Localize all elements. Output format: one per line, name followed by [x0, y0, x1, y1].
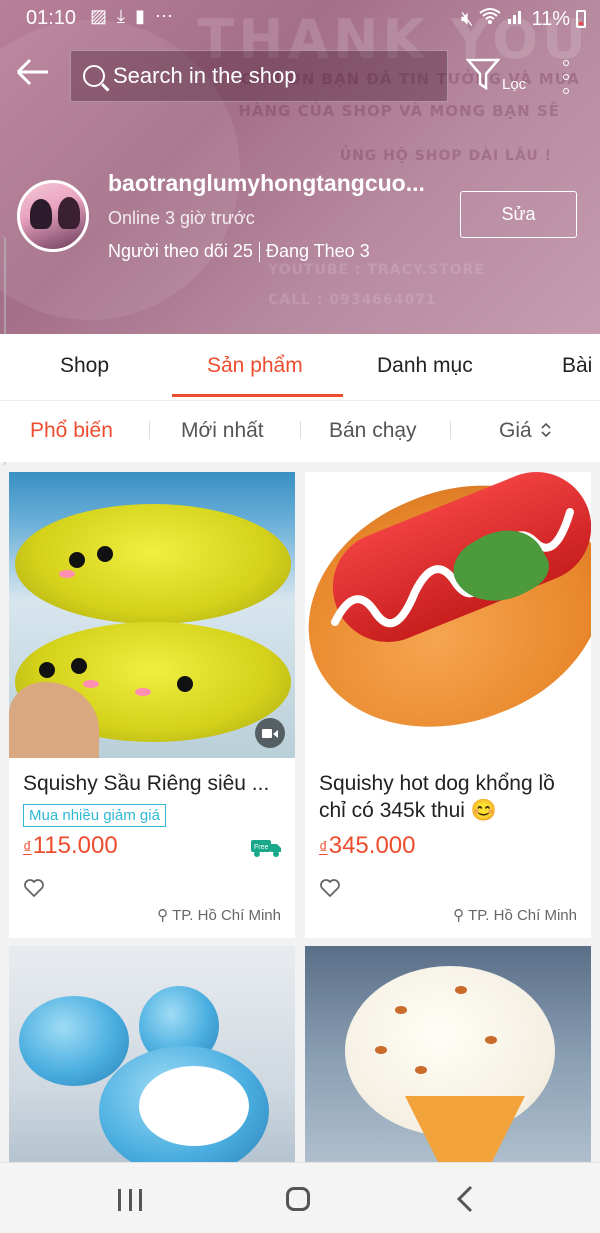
sort-arrows-icon	[540, 422, 551, 438]
sort-best-selling[interactable]: Bán chạy	[329, 419, 417, 443]
currency-symbol: ₫	[319, 838, 328, 857]
more-options-icon[interactable]	[556, 60, 576, 94]
banner-watermark: YOUTUBE : TRACY.STORE	[268, 262, 485, 278]
like-heart-icon[interactable]	[319, 878, 341, 898]
battery-percent: 11%	[531, 7, 570, 30]
home-icon[interactable]	[286, 1187, 310, 1211]
video-icon	[255, 718, 285, 748]
like-heart-icon[interactable]	[23, 878, 45, 898]
product-price: ₫345.000	[319, 832, 416, 860]
price-value: 115.000	[32, 832, 118, 859]
shop-avatar[interactable]	[17, 180, 89, 252]
location-text: TP. Hồ Chí Minh	[172, 907, 281, 924]
nav-back-icon[interactable]	[456, 1185, 474, 1218]
sort-price[interactable]: Giá	[499, 419, 552, 443]
product-location: ⚲ TP. Hồ Chí Minh	[453, 906, 577, 924]
divider	[300, 421, 301, 439]
sort-price-label: Giá	[499, 419, 532, 442]
product-image[interactable]	[9, 946, 295, 1162]
mute-icon: 🔇︎	[460, 7, 474, 30]
notification-icons: ▨⤓▮⋯	[90, 6, 183, 26]
product-illustration	[19, 996, 129, 1086]
following-count[interactable]: Đang Theo 3	[266, 241, 370, 261]
shop-tabs: Shop Sản phẩm Danh mục Bài	[0, 334, 600, 400]
banner-watermark: HÀNG CỦA SHOP VÀ MONG BẠN SẼ	[238, 102, 560, 120]
status-bar: 01:10 ▨⤓▮⋯ 🔇︎ 11%	[0, 0, 600, 36]
free-shipping-icon: Free	[249, 836, 283, 858]
mustard-swirl	[331, 508, 574, 628]
product-location: ⚲ TP. Hồ Chí Minh	[157, 906, 281, 924]
product-illustration	[139, 1066, 249, 1146]
product-card[interactable]	[305, 946, 591, 1162]
filter-button[interactable]: Lọc	[466, 54, 536, 94]
location-pin-icon: ⚲	[453, 907, 465, 924]
price-value: 345.000	[328, 832, 416, 859]
online-status: Online 3 giờ trước	[108, 208, 255, 228]
product-card[interactable]	[9, 946, 295, 1162]
product-illustration	[405, 1096, 525, 1162]
wifi-icon	[479, 7, 502, 31]
follow-stats: Người theo dõi 25 Đang Theo 3	[108, 241, 370, 263]
shop-header: THANK YOU CẢM ƠN BẠN ĐÃ TIN TƯỞNG VÀ MUA…	[0, 0, 600, 334]
followers-count[interactable]: Người theo dõi 25	[108, 241, 253, 261]
sort-bar: Phổ biến Mới nhất Bán chạy Giá	[0, 400, 600, 462]
filter-icon	[466, 58, 500, 90]
status-time: 01:10	[26, 7, 77, 29]
tab-shop[interactable]: Shop	[60, 354, 109, 378]
shop-name: baotranglumyhongtangcuo...	[108, 170, 425, 196]
product-card[interactable]: Squishy Sầu Riêng siêu ... Mua nhiều giả…	[9, 472, 295, 938]
tab-categories[interactable]: Danh mục	[377, 354, 473, 378]
divider	[450, 421, 451, 439]
edit-shop-button[interactable]: Sửa	[460, 191, 577, 238]
product-image[interactable]	[9, 472, 295, 758]
search-input[interactable]: Search in the shop	[70, 50, 448, 102]
location-text: TP. Hồ Chí Minh	[468, 907, 577, 924]
status-right: 🔇︎ 11%	[461, 7, 586, 31]
currency-symbol: ₫	[23, 838, 32, 857]
battery-icon	[576, 10, 586, 28]
banner-watermark: CALL : 0934664071	[268, 292, 437, 308]
active-tab-indicator	[172, 394, 343, 397]
tab-products[interactable]: Sản phẩm	[207, 354, 303, 378]
product-title[interactable]: Squishy hot dog khổng lồ chỉ có 345k thu…	[319, 770, 581, 824]
banner-watermark: ỦNG HỘ SHOP DÀI LÂU !	[339, 148, 552, 164]
tab-posts[interactable]: Bài	[562, 354, 592, 378]
product-title[interactable]: Squishy Sầu Riêng siêu ...	[23, 770, 285, 797]
location-pin-icon: ⚲	[157, 907, 169, 924]
free-label: Free	[254, 844, 269, 851]
divider	[258, 242, 260, 263]
system-nav-bar	[0, 1162, 600, 1233]
sort-popular[interactable]: Phổ biến	[30, 419, 113, 443]
product-card[interactable]: Squishy hot dog khổng lồ chỉ có 345k thu…	[305, 472, 591, 938]
signal-icon	[507, 7, 525, 31]
product-price: ₫115.000	[23, 832, 118, 860]
back-arrow-icon[interactable]	[16, 56, 56, 96]
product-image[interactable]	[305, 946, 591, 1162]
discount-badge: Mua nhiều giảm giá	[23, 804, 166, 827]
product-illustration	[15, 504, 291, 624]
recent-apps-icon[interactable]	[118, 1189, 142, 1211]
divider	[149, 421, 150, 439]
filter-label: Lọc	[502, 76, 527, 93]
search-icon	[83, 65, 105, 87]
product-image[interactable]	[305, 472, 591, 758]
search-placeholder: Search in the shop	[113, 63, 297, 88]
sort-newest[interactable]: Mới nhất	[181, 419, 264, 443]
